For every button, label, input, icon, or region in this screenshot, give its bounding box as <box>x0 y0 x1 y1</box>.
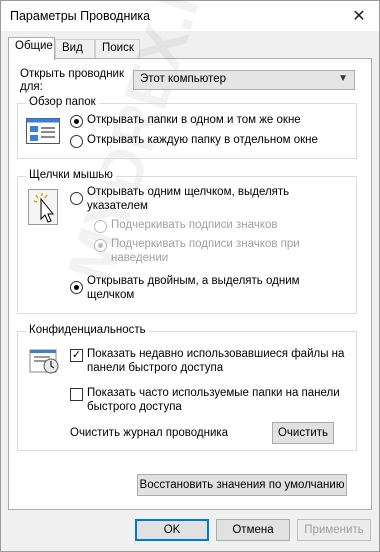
browse-folders-title: Обзор папок <box>26 96 99 108</box>
open-explorer-label-line2: для: <box>20 81 43 93</box>
recent-files-label-line2[interactable]: панели быстрого доступа <box>87 362 223 374</box>
frequent-folders-label-line2[interactable]: быстрого доступа <box>87 401 182 413</box>
apply-button[interactable]: Применить <box>297 519 371 541</box>
pointer-click-icon <box>28 189 58 225</box>
folder-window-icon <box>26 118 60 144</box>
tab-general[interactable]: Общие <box>8 37 55 60</box>
clear-history-button[interactable]: Очистить <box>272 422 334 444</box>
open-same-window-label[interactable]: Открывать папки в одном и том же окне <box>87 114 301 126</box>
open-separate-window-label[interactable]: Открывать каждую папку в отдельном окне <box>87 134 318 146</box>
underline-always-label[interactable]: Подчеркивать подписи значков <box>111 219 277 231</box>
chevron-down-icon: ▼ <box>338 73 348 84</box>
radio-underline-hover[interactable] <box>94 239 107 252</box>
open-explorer-select[interactable]: Этот компьютер ▼ <box>133 70 355 90</box>
underline-hover-label[interactable]: Подчеркивать подписи значков при <box>111 238 300 250</box>
clear-history-label: Очистить журнал проводника <box>70 427 229 439</box>
radio-single-click[interactable] <box>70 192 83 205</box>
mouse-clicks-group: Щелчки мышью Открывать одним щелчком, вы… <box>17 169 357 314</box>
open-explorer-select-value: Этот компьютер <box>140 73 226 85</box>
privacy-group: Конфиденциальность ✓ Показать недавно ис… <box>17 324 357 451</box>
explorer-options-dialog: Параметры Проводника ✕ Общие Вид Поиск M… <box>0 0 380 552</box>
privacy-clock-icon <box>29 349 59 374</box>
browse-folders-group: Обзор папок Открывать папки в одном и то… <box>17 96 357 159</box>
double-click-label[interactable]: Открывать двойным, а выделять одним <box>87 275 300 287</box>
radio-open-same-window[interactable] <box>70 115 83 128</box>
tab-view[interactable]: Вид <box>55 39 95 59</box>
single-click-label-line2[interactable]: указателем <box>87 200 148 212</box>
frequent-folders-label[interactable]: Показать часто используемые папки на пан… <box>87 387 340 399</box>
radio-open-separate-window[interactable] <box>70 135 83 148</box>
mouse-clicks-title: Щелчки мышью <box>26 169 116 181</box>
recent-files-label[interactable]: Показать недавно использовавшиеся файлы … <box>87 348 344 360</box>
close-icon[interactable]: ✕ <box>345 4 373 28</box>
single-click-label[interactable]: Открывать одним щелчком, выделять <box>87 186 289 198</box>
radio-underline-always[interactable] <box>94 220 107 233</box>
radio-double-click[interactable] <box>70 281 83 294</box>
cancel-button[interactable]: Отмена <box>216 519 290 541</box>
open-explorer-label: Открыть проводник <box>20 68 125 80</box>
double-click-label-line2[interactable]: щелчком <box>87 289 134 301</box>
privacy-title: Конфиденциальность <box>26 324 149 336</box>
checkbox-frequent-folders[interactable] <box>70 388 83 401</box>
ok-button[interactable]: OK <box>135 519 209 541</box>
restore-defaults-button[interactable]: Восстановить значения по умолчанию <box>137 474 347 496</box>
tab-panel-general: MYDREX.RU Открыть проводник для: Этот ко… <box>8 0 372 510</box>
underline-hover-label-line2[interactable]: наведении <box>111 252 168 264</box>
window-title: Параметры Проводника <box>10 9 151 23</box>
checkbox-recent-files[interactable]: ✓ <box>70 349 83 362</box>
